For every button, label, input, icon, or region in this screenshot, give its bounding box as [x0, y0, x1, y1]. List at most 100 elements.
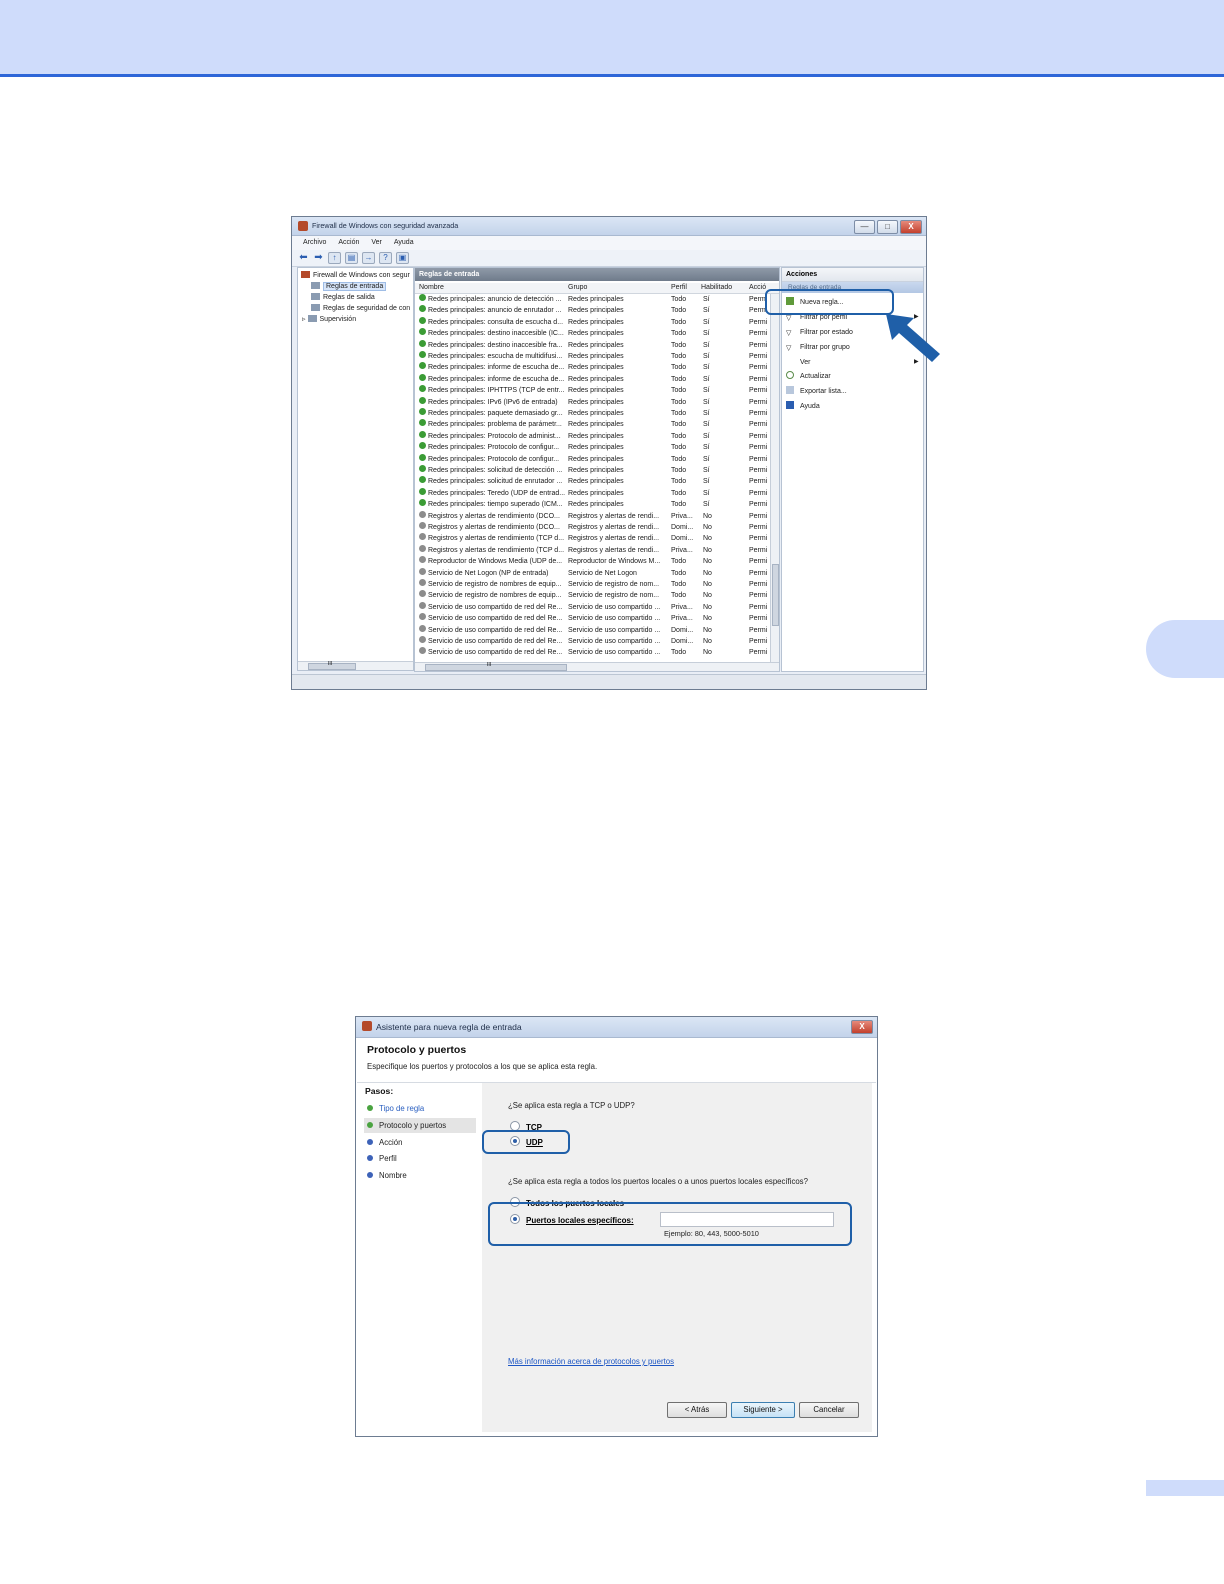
rule-group: Registros y alertas de rendi...	[568, 535, 660, 543]
rule-enabled: Sí	[703, 375, 710, 383]
rule-enabled: Sí	[703, 467, 710, 474]
rule-name: Redes principales: anuncio de detección …	[428, 296, 562, 303]
column-name[interactable]: Nombre	[419, 283, 444, 293]
column-group[interactable]: Grupo	[568, 283, 587, 293]
rule-enabled: Sí	[703, 489, 710, 497]
step-protocol-ports[interactable]: Protocolo y puertos	[364, 1118, 476, 1133]
rule-name: Redes principales: IPv6 (IPv6 de entrada…	[428, 398, 558, 406]
step-current-dot-icon	[367, 1122, 373, 1128]
rule-action: Permi	[749, 353, 768, 360]
action-export-list[interactable]: Exportar lista...	[786, 386, 847, 397]
tree-item-connection-security[interactable]: Reglas de seguridad de con	[311, 303, 410, 314]
rules-scroll-thumb[interactable]	[772, 564, 779, 626]
action-filter-state[interactable]: ▽ Filtrar por estado	[786, 327, 853, 338]
table-row[interactable]: Redes principales: destino inaccesible (…	[415, 328, 771, 339]
properties-icon[interactable]: ▣	[396, 252, 409, 264]
next-button[interactable]: Siguiente >	[731, 1402, 795, 1418]
action-refresh[interactable]: Actualizar	[786, 371, 831, 382]
menu-ayuda[interactable]: Ayuda	[394, 236, 414, 250]
table-row[interactable]: Redes principales: IPv6 (IPv6 de entrada…	[415, 396, 771, 408]
table-row[interactable]: Redes principales: anuncio de enrutador …	[415, 305, 771, 316]
minimize-button[interactable]: —	[854, 220, 875, 234]
rule-enabled: Sí	[703, 318, 710, 326]
back-button[interactable]: < Atrás	[667, 1402, 727, 1418]
table-row[interactable]: Registros y alertas de rendimiento (TCP …	[415, 544, 771, 556]
table-row[interactable]: Servicio de uso compartido de red del Re…	[415, 647, 771, 658]
up-folder-icon[interactable]: ↑	[328, 252, 341, 264]
table-row[interactable]: Servicio de uso compartido de red del Re…	[415, 613, 771, 624]
table-row[interactable]: Redes principales: destino inaccesible f…	[415, 339, 771, 351]
table-row[interactable]: Redes principales: Teredo (UDP de entrad…	[415, 487, 771, 499]
rule-enabled: No	[703, 524, 712, 531]
column-action[interactable]: Acció	[749, 283, 766, 293]
wizard-steps: Pasos: Tipo de regla Protocolo y puertos…	[360, 1083, 480, 1432]
cancel-button[interactable]: Cancelar	[799, 1402, 859, 1418]
table-row[interactable]: Redes principales: paquete demasiado gr.…	[415, 408, 771, 419]
export-icon[interactable]: →	[362, 252, 375, 264]
wizard-close-button[interactable]: X	[851, 1020, 873, 1034]
protocols-info-link[interactable]: Más información acerca de protocolos y p…	[508, 1357, 674, 1366]
rule-disabled-icon	[419, 624, 426, 632]
menu-archivo[interactable]: Archivo	[303, 236, 326, 250]
column-profile[interactable]: Perfil	[671, 283, 687, 293]
table-row[interactable]: Redes principales: Protocolo de administ…	[415, 430, 771, 442]
close-button[interactable]: X	[900, 220, 922, 234]
action-help[interactable]: Ayuda	[786, 401, 820, 412]
table-row[interactable]: Redes principales: anuncio de detección …	[415, 294, 771, 305]
table-row[interactable]: Servicio de uso compartido de red del Re…	[415, 636, 771, 647]
menu-ver[interactable]: Ver	[371, 236, 382, 250]
help-icon[interactable]: ?	[379, 252, 392, 264]
tree-item-inbound-rules[interactable]: Reglas de entrada	[311, 281, 387, 292]
table-row[interactable]: Servicio de registro de nombres de equip…	[415, 579, 771, 590]
page-number-tab	[1146, 1480, 1224, 1496]
table-row[interactable]: Redes principales: informe de escucha de…	[415, 373, 771, 385]
table-row[interactable]: Redes principales: escucha de multidifus…	[415, 351, 771, 362]
rule-name: Redes principales: solicitud de detecció…	[428, 467, 563, 474]
rule-profile: Todo	[671, 307, 687, 315]
rules-vertical-scrollbar[interactable]	[770, 294, 779, 662]
table-row[interactable]: Redes principales: tiempo superado (ICM.…	[415, 499, 771, 510]
table-row[interactable]: Registros y alertas de rendimiento (DCO.…	[415, 510, 771, 522]
rules-horizontal-scrollbar[interactable]: III	[415, 662, 779, 671]
tree-root[interactable]: Firewall de Windows con segur	[301, 270, 410, 281]
step-pending-dot-icon	[367, 1139, 373, 1145]
tree-horizontal-scrollbar[interactable]: III	[298, 661, 413, 670]
back-arrow-icon[interactable]: ⬅	[298, 253, 309, 263]
table-row[interactable]: Redes principales: Protocolo de configur…	[415, 453, 771, 465]
tree-item-outbound-rules[interactable]: Reglas de salida	[311, 292, 375, 303]
rule-action: Permi	[749, 387, 768, 395]
rule-name: Redes principales: paquete demasiado gr.…	[428, 410, 563, 417]
rule-name: Servicio de registro de nombres de equip…	[428, 592, 562, 600]
table-row[interactable]: Redes principales: problema de parámetr.…	[415, 419, 771, 430]
rule-group: Servicio de uso compartido ...	[568, 626, 661, 634]
action-filter-group[interactable]: ▽ Filtrar por grupo	[786, 342, 850, 353]
table-row[interactable]: Redes principales: consulta de escucha d…	[415, 316, 771, 328]
rule-name: Redes principales: destino inaccesible f…	[428, 341, 563, 349]
forward-arrow-icon[interactable]: ➡	[313, 253, 324, 263]
expand-icon[interactable]: ▹	[302, 316, 306, 323]
tree-item-monitoring[interactable]: ▹ Supervisión	[302, 314, 356, 325]
table-row[interactable]: Registros y alertas de rendimiento (DCO.…	[415, 522, 771, 533]
rules-hscroll-thumb[interactable]	[425, 664, 567, 671]
table-row[interactable]: Registros y alertas de rendimiento (TCP …	[415, 533, 771, 544]
table-row[interactable]: Reproductor de Windows Media (UDP de... R…	[415, 556, 771, 567]
column-enabled[interactable]: Habilitado	[701, 283, 732, 293]
table-row[interactable]: Servicio de Net Logon (NP de entrada) Ser…	[415, 567, 771, 579]
show-hide-tree-icon[interactable]: ▤	[345, 252, 358, 264]
rule-profile: Todo	[671, 558, 687, 566]
table-row[interactable]: Redes principales: solicitud de enrutado…	[415, 476, 771, 487]
step-rule-type[interactable]: Tipo de regla	[364, 1101, 476, 1116]
maximize-button[interactable]: □	[877, 220, 898, 234]
table-row[interactable]: Redes principales: informe de escucha de…	[415, 362, 771, 373]
table-row[interactable]: Redes principales: Protocolo de configur…	[415, 442, 771, 453]
rule-action: Permi	[749, 649, 768, 657]
table-row[interactable]: Redes principales: solicitud de detecció…	[415, 465, 771, 476]
table-row[interactable]: Servicio de uso compartido de red del Re…	[415, 624, 771, 636]
menu-accion[interactable]: Acción	[338, 236, 359, 250]
rule-action: Permi	[749, 558, 768, 566]
rule-action: Permi	[749, 330, 768, 338]
table-row[interactable]: Servicio de registro de nombres de equip…	[415, 590, 771, 601]
table-row[interactable]: Servicio de uso compartido de red del Re…	[415, 601, 771, 613]
action-view[interactable]: Ver ▶	[786, 357, 919, 368]
table-row[interactable]: Redes principales: IPHTTPS (TCP de entr.…	[415, 385, 771, 396]
